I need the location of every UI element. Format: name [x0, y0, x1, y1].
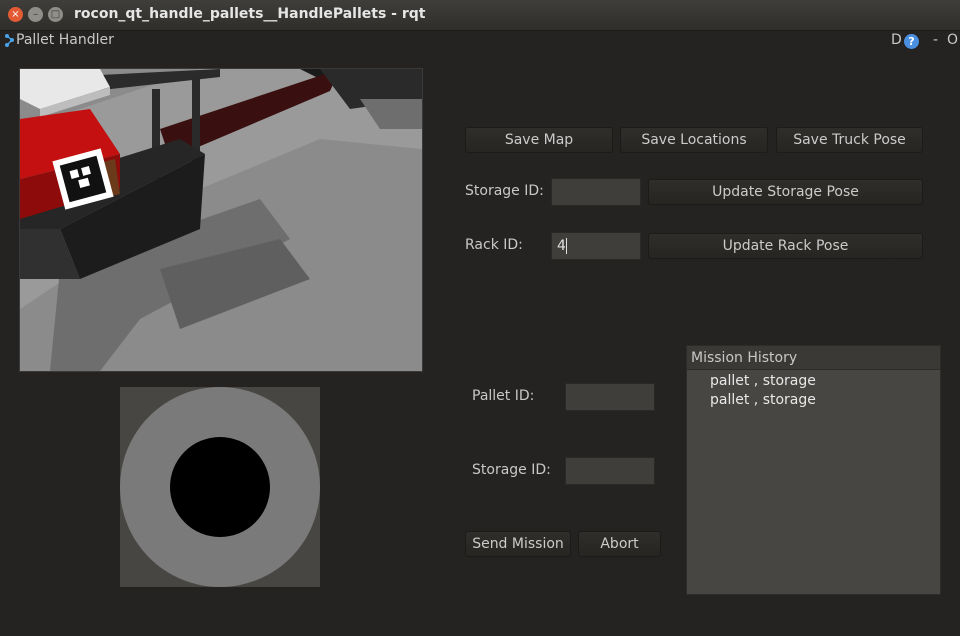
options-button[interactable]: O: [947, 32, 958, 48]
minimize-plugin-button[interactable]: -: [933, 32, 938, 48]
save-truck-pose-button[interactable]: Save Truck Pose: [776, 127, 923, 153]
maximize-icon[interactable]: □: [48, 7, 63, 22]
update-storage-pose-button[interactable]: Update Storage Pose: [648, 179, 923, 205]
rack-id-label: Rack ID:: [465, 237, 523, 253]
text-cursor: [565, 238, 567, 254]
save-locations-button[interactable]: Save Locations: [620, 127, 768, 153]
window-titlebar: × – □ rocon_qt_handle_pallets__HandlePal…: [0, 0, 960, 31]
plugin-header: Pallet Handler D - O: [0, 30, 960, 54]
window-title: rocon_qt_handle_pallets__HandlePallets -…: [74, 6, 426, 22]
pallet-id-field[interactable]: [565, 383, 655, 411]
send-mission-button[interactable]: Send Mission: [465, 531, 571, 557]
plugin-title: Pallet Handler: [16, 32, 114, 48]
joystick-graphic: [120, 387, 320, 587]
close-icon[interactable]: ×: [8, 7, 23, 22]
camera-view: [19, 68, 423, 372]
minimize-icon[interactable]: –: [28, 7, 43, 22]
help-icon[interactable]: ?: [904, 34, 919, 49]
update-rack-pose-button[interactable]: Update Rack Pose: [648, 233, 923, 259]
rack-id-value: 4: [557, 238, 566, 254]
joystick-knob[interactable]: [170, 437, 270, 537]
list-item[interactable]: pallet , storage: [687, 391, 940, 410]
mission-history-panel[interactable]: Mission History pallet , storage pallet …: [686, 345, 941, 595]
storage-id-label: Storage ID:: [465, 183, 544, 199]
pallet-id-label: Pallet ID:: [472, 388, 535, 404]
list-item[interactable]: pallet , storage: [687, 372, 940, 391]
mission-storage-id-label: Storage ID:: [472, 462, 551, 478]
mission-history-list[interactable]: pallet , storage pallet , storage: [687, 370, 940, 410]
rqt-plugin-icon: [5, 34, 14, 47]
camera-image: [20, 69, 422, 371]
mission-history-header: Mission History: [687, 346, 940, 370]
abort-button[interactable]: Abort: [578, 531, 661, 557]
save-map-button[interactable]: Save Map: [465, 127, 613, 153]
mission-storage-id-field[interactable]: [565, 457, 655, 485]
joystick-pad[interactable]: [120, 387, 320, 587]
rack-id-field[interactable]: 4: [551, 232, 641, 260]
dock-button[interactable]: D: [891, 32, 902, 48]
storage-id-field[interactable]: [551, 178, 641, 206]
